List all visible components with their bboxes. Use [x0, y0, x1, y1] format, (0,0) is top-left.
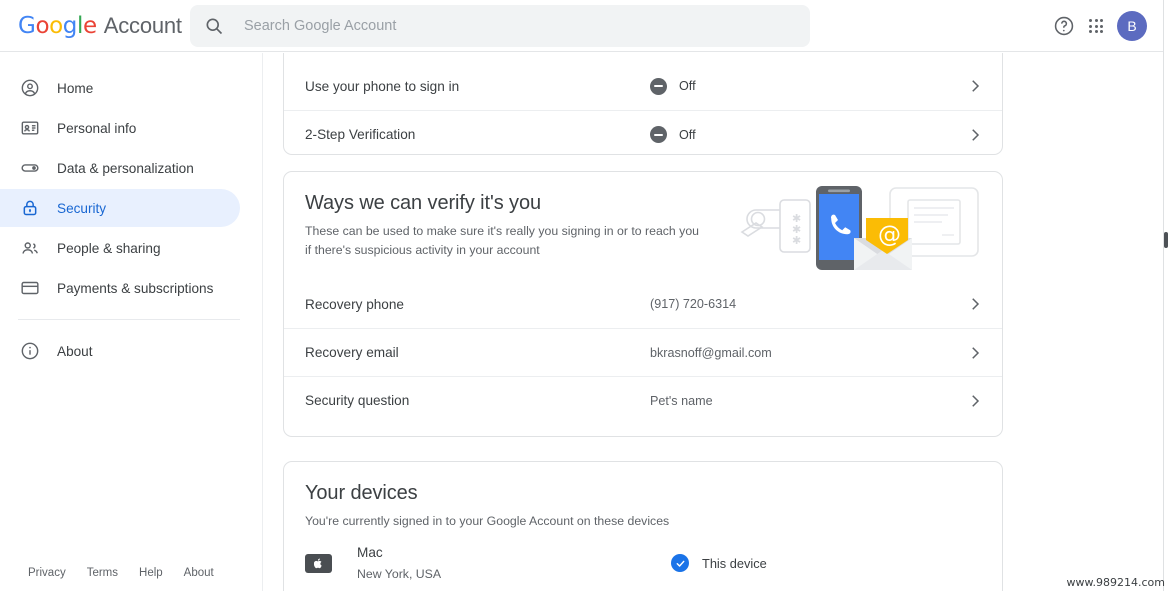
google-account-security-page: › Google Account B [0, 0, 1170, 591]
app-header: Google Account B [0, 0, 1163, 52]
device-name: Mac [357, 545, 383, 561]
sidebar-item-people-sharing[interactable]: People & sharing [0, 229, 240, 267]
row-label: Recovery phone [305, 296, 404, 312]
status-text: Off [679, 79, 696, 93]
row-2-step-verification[interactable]: 2-Step Verification Off [284, 110, 1002, 158]
row-value: bkrasnoff@gmail.com [650, 345, 772, 360]
row-label: Use your phone to sign in [305, 78, 460, 94]
apple-logo-icon [314, 557, 322, 568]
row-label: Recovery email [305, 345, 399, 361]
row-status: Off [650, 126, 966, 143]
row-use-phone-to-sign-in[interactable]: Use your phone to sign in Off [284, 62, 1002, 110]
chevron-right-icon[interactable] [966, 126, 984, 144]
brand-logo[interactable]: Google Account [18, 13, 182, 39]
sidebar-item-data-personalization[interactable]: Data & personalization [0, 149, 240, 187]
header-actions: B [1053, 0, 1147, 52]
sidebar-item-about[interactable]: About [0, 332, 240, 370]
help-circle-icon[interactable] [1053, 15, 1075, 37]
card-header: Your devices You're currently signed in … [284, 462, 1002, 531]
chevron-right-icon[interactable] [966, 392, 984, 410]
row-value: Pet's name [650, 393, 713, 408]
google-wordmark: Google [18, 12, 97, 39]
apps-grid-icon[interactable] [1089, 19, 1103, 33]
footer-link-help[interactable]: Help [139, 567, 163, 579]
sidebar-item-label: Data & personalization [57, 160, 194, 176]
sidebar-item-label: People & sharing [57, 240, 161, 256]
avatar[interactable]: B [1117, 11, 1147, 41]
phone-email-key-illustration: ✱ ✱ ✱ @ [740, 186, 979, 270]
sidebar-divider [18, 319, 240, 320]
sidebar-item-label: Payments & subscriptions [57, 280, 214, 296]
status-badge: Off [650, 77, 696, 95]
scrollbar-thumb[interactable] [1164, 232, 1168, 248]
sidebar-item-label: Home [57, 80, 94, 96]
sign-in-methods-card: Use your phone to sign in Off 2-Step Ver… [283, 53, 1003, 155]
toggle-switch-icon [21, 164, 39, 172]
page-scrollbar[interactable] [1163, 0, 1170, 591]
svg-text:✱: ✱ [792, 234, 801, 247]
sidebar-item-label: Security [57, 200, 107, 216]
sidebar-footer-links: Privacy Terms Help About [28, 567, 214, 579]
mac-laptop-icon [305, 553, 332, 573]
sidebar-item-payments-subscriptions[interactable]: Payments & subscriptions [0, 269, 240, 307]
sidebar-item-label: Personal info [57, 120, 137, 136]
lock-icon [23, 200, 37, 216]
card-subtitle: You're currently signed in to your Googl… [305, 514, 670, 528]
sidebar: Home Personal info Data & personalizatio… [0, 53, 263, 591]
chevron-right-icon[interactable] [966, 295, 984, 313]
row-security-question[interactable]: Security question Pet's name [284, 376, 1002, 424]
footer-link-terms[interactable]: Terms [87, 567, 118, 579]
search-icon [206, 18, 223, 35]
this-device-badge: This device [671, 554, 767, 573]
id-card-icon [21, 121, 39, 135]
account-circle-icon [21, 79, 39, 97]
your-devices-card: Your devices You're currently signed in … [283, 461, 1003, 591]
sidebar-item-security[interactable]: Security [0, 189, 240, 227]
row-recovery-email[interactable]: Recovery email bkrasnoff@gmail.com [284, 328, 1002, 376]
people-icon [22, 242, 38, 254]
row-status: Off [650, 77, 966, 95]
footer-link-about[interactable]: About [184, 567, 214, 579]
info-circle-icon [21, 342, 39, 360]
chevron-right-icon[interactable] [966, 344, 984, 362]
row-value: (917) 720-6314 [650, 297, 737, 312]
row-label: Security question [305, 393, 410, 409]
product-name: Account [103, 12, 182, 38]
chevron-right-icon[interactable] [966, 77, 984, 95]
svg-text:@: @ [878, 222, 901, 248]
device-meta: Mac New York, USA [357, 545, 657, 581]
device-list-item[interactable]: Mac New York, USA This device [284, 531, 1002, 581]
ways-we-can-verify-card: Ways we can verify it's you These can be… [283, 171, 1003, 437]
card-subtitle: These can be used to make sure it's real… [305, 224, 700, 258]
verify-rows: Recovery phone (917) 720-6314 Recovery e… [284, 280, 1002, 424]
status-text: Off [679, 127, 696, 142]
minus-circle-icon [650, 77, 667, 95]
credit-card-icon [21, 281, 39, 295]
card-header: Ways we can verify it's you These can be… [284, 172, 1002, 270]
status-badge: Off [650, 126, 696, 143]
row-label: 2-Step Verification [305, 127, 416, 142]
watermark: www.989214.com [1066, 576, 1165, 589]
search-input[interactable] [244, 18, 796, 34]
sidebar-item-personal-info[interactable]: Personal info [0, 109, 240, 147]
row-recovery-phone[interactable]: Recovery phone (917) 720-6314 [284, 280, 1002, 328]
sidebar-item-label: About [57, 343, 93, 359]
search-box[interactable] [190, 5, 810, 47]
main-content: Use your phone to sign in Off 2-Step Ver… [263, 53, 1163, 591]
this-device-label: This device [702, 555, 767, 571]
check-circle-icon [671, 554, 689, 573]
footer-link-privacy[interactable]: Privacy [28, 567, 66, 579]
card-title: Your devices [305, 482, 418, 504]
sidebar-item-home[interactable]: Home [0, 69, 240, 107]
minus-circle-icon [650, 126, 667, 143]
device-location: New York, USA [357, 567, 442, 582]
